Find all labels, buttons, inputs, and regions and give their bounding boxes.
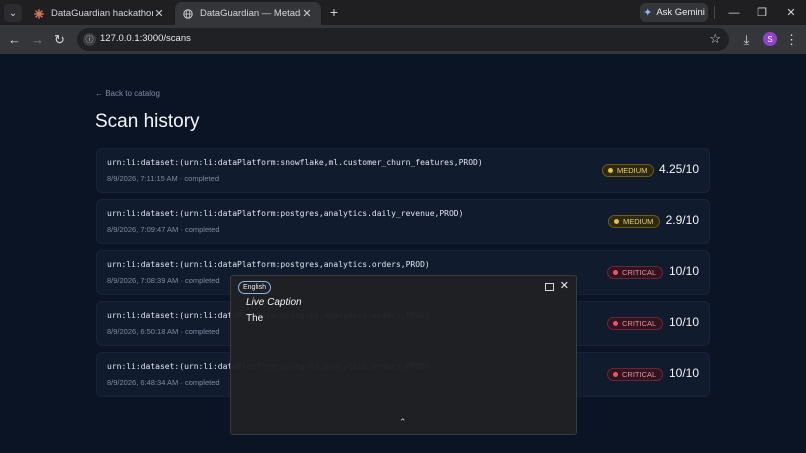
dataset-urn: urn:li:dataset:(urn:li:dataPlatform:post… — [107, 209, 464, 218]
live-caption-window[interactable]: English ✕ Live Caption The ⌃ — [230, 275, 577, 435]
severity-dot-icon — [613, 372, 618, 377]
severity-label: CRITICAL — [622, 319, 657, 328]
tab-title: DataGuardian hackathon projec — [51, 8, 153, 19]
scan-row[interactable]: urn:li:dataset:(urn:li:dataPlatform:post… — [96, 199, 710, 244]
new-tab-button[interactable]: + — [326, 4, 342, 20]
minimize-icon[interactable]: — — [724, 4, 744, 21]
scan-meta: 8/9/2026, 6:48:34 AM · completed — [107, 378, 220, 387]
download-icon[interactable]: ⤓ — [738, 31, 755, 48]
restore-icon[interactable]: ❐ — [752, 4, 772, 21]
risk-score: 4.25/10 — [658, 162, 699, 176]
severity-badge: CRITICAL — [607, 266, 664, 279]
close-icon[interactable]: ✕ — [560, 279, 569, 292]
scan-meta: 8/9/2026, 6:50:18 AM · completed — [107, 327, 220, 336]
severity-badge: MEDIUM — [608, 215, 661, 228]
close-tab-icon[interactable]: ✕ — [301, 7, 313, 20]
address-bar[interactable]: ⓘ 127.0.0.1:3000/scans ☆ — [77, 28, 729, 51]
dataset-urn: urn:li:dataset:(urn:li:dataPlatform:snow… — [107, 158, 483, 167]
site-info-icon[interactable]: ⓘ — [83, 33, 96, 46]
close-window-icon[interactable]: ✕ — [781, 4, 801, 21]
claude-burst-icon — [34, 8, 44, 19]
tab-dataguardian-hackathon[interactable]: DataGuardian hackathon projec ✕ — [26, 2, 173, 25]
browser-toolbar: ← → ↻ ⓘ 127.0.0.1:3000/scans ☆ ⤓ S ⋮ — [0, 25, 806, 54]
reload-icon[interactable]: ↻ — [51, 31, 68, 48]
risk-score: 2.9/10 — [665, 213, 699, 227]
scan-meta: 8/9/2026, 7:11:15 AM · completed — [107, 174, 220, 183]
caption-language-chip[interactable]: English — [238, 281, 271, 294]
risk-score: 10/10 — [668, 315, 699, 329]
severity-label: MEDIUM — [617, 166, 648, 175]
close-tab-icon[interactable]: ✕ — [153, 7, 165, 20]
ask-gemini-button[interactable]: ✦ Ask Gemini — [640, 3, 708, 22]
severity-label: CRITICAL — [622, 370, 657, 379]
avatar[interactable]: S — [763, 32, 777, 46]
severity-label: CRITICAL — [622, 268, 657, 277]
severity-dot-icon — [608, 168, 613, 173]
tab-search-button[interactable]: ⌄ — [4, 4, 22, 22]
caption-text: The — [246, 313, 264, 324]
tab-title: DataGuardian — Metadata-Aw — [200, 8, 301, 19]
dataset-urn: urn:li:dataset:(urn:li:dataPlatform:post… — [107, 260, 430, 269]
bookmark-star-icon[interactable]: ☆ — [709, 31, 721, 47]
severity-badge: CRITICAL — [607, 368, 664, 381]
gemini-sparkle-icon: ✦ — [643, 7, 653, 19]
severity-dot-icon — [613, 321, 618, 326]
tab-strip: ⌄ DataGuardian hackathon projec ✕ DataGu… — [0, 0, 806, 25]
url-text[interactable]: 127.0.0.1:3000/scans — [100, 33, 191, 44]
page-title: Scan history — [95, 111, 200, 132]
severity-dot-icon — [613, 270, 618, 275]
caption-title: Live Caption — [246, 297, 302, 308]
severity-badge: CRITICAL — [607, 317, 664, 330]
scan-meta: 8/9/2026, 7:09:47 AM · completed — [107, 225, 220, 234]
risk-score: 10/10 — [668, 366, 699, 380]
divider — [714, 6, 715, 19]
risk-score: 10/10 — [668, 264, 699, 278]
severity-label: MEDIUM — [623, 217, 654, 226]
scan-meta: 8/9/2026, 7:08:39 AM · completed — [107, 276, 220, 285]
tab-dataguardian-metadata[interactable]: DataGuardian — Metadata-Aw ✕ — [175, 2, 321, 25]
chevron-up-icon[interactable]: ⌃ — [399, 417, 407, 428]
back-arrow-icon[interactable]: ← — [6, 31, 23, 48]
forward-arrow-icon[interactable]: → — [29, 31, 46, 48]
ask-gemini-label: Ask Gemini — [656, 7, 705, 18]
expand-icon[interactable] — [545, 283, 554, 291]
more-menu-icon[interactable]: ⋮ — [783, 31, 800, 48]
chevron-down-icon: ⌄ — [8, 7, 18, 19]
severity-badge: MEDIUM — [602, 164, 655, 177]
scan-row[interactable]: urn:li:dataset:(urn:li:dataPlatform:snow… — [96, 148, 710, 193]
back-to-catalog-link[interactable]: ← Back to catalog — [95, 89, 160, 98]
globe-icon — [183, 8, 193, 19]
severity-dot-icon — [614, 219, 619, 224]
